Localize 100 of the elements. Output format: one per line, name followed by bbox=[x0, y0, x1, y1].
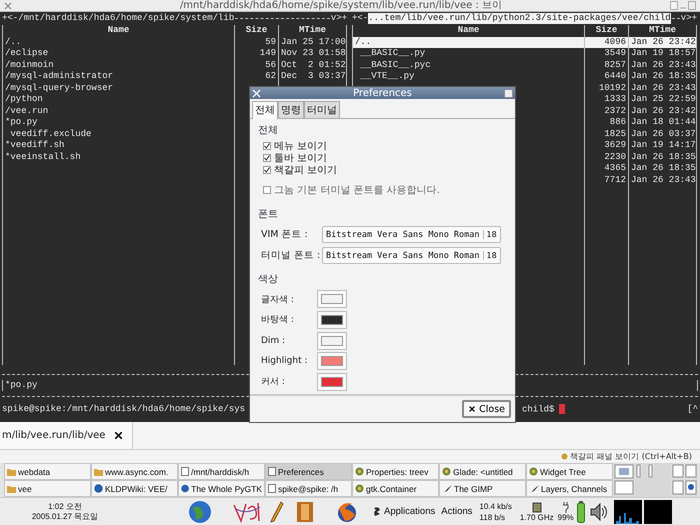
checkbox[interactable] bbox=[263, 154, 271, 162]
file-name[interactable]: /python bbox=[3, 94, 234, 106]
file-name[interactable]: /.. bbox=[353, 36, 584, 48]
window-title: /mnt/harddisk/hda6/home/spike/system/lib/vee.run/lib/vee : 브이 bbox=[178, 0, 504, 11]
clock[interactable]: 1:02 오전 2005.01.27 목요일 bbox=[0, 502, 130, 522]
taskbar-button[interactable]: vee bbox=[4, 480, 91, 497]
file-mtime: Dec 3 03:37 bbox=[280, 71, 346, 82]
globe-icon bbox=[181, 484, 190, 493]
font-picker-button[interactable]: Bitstream Vera Sans Mono Roman 18 bbox=[322, 247, 501, 264]
taskbar-button[interactable]: Preferences bbox=[265, 463, 352, 480]
upload-rate: 118 b/s bbox=[479, 512, 506, 522]
field-label: 글자색 : bbox=[260, 294, 295, 306]
taskbar-button[interactable]: The GIMP bbox=[439, 480, 526, 497]
cpu-frequency: 1.70 GHz bbox=[520, 512, 554, 522]
field-label: 바탕색 : bbox=[260, 314, 295, 326]
file-size: 149 bbox=[258, 48, 277, 60]
file-size: 6440 bbox=[603, 71, 627, 82]
file-name[interactable]: /eclipse bbox=[3, 48, 234, 60]
section-heading: 전체 bbox=[258, 124, 279, 137]
frame-corner-text: v>+ bbox=[680, 13, 697, 24]
checkbox[interactable] bbox=[263, 166, 271, 174]
file-mtime: Jan 26 18:35 bbox=[630, 163, 696, 174]
column-header: Name bbox=[456, 25, 480, 36]
pencil-icon[interactable] bbox=[270, 500, 284, 522]
frame-corner-text: +<- bbox=[352, 13, 368, 24]
system-monitor-graph bbox=[644, 500, 672, 524]
file-name[interactable]: __BASIC__.pyc bbox=[353, 60, 584, 71]
taskbar-button[interactable]: /mnt/harddisk/h bbox=[178, 463, 265, 480]
color-picker-button[interactable] bbox=[317, 332, 347, 350]
taskbar-button[interactable]: Properties: treev bbox=[352, 463, 439, 480]
directory-path[interactable]: /mnt/harddisk/hda6/home/spike/system/lib bbox=[18, 13, 234, 24]
color-picker-button[interactable] bbox=[317, 352, 347, 370]
workspace-pager[interactable] bbox=[613, 463, 698, 497]
file-mtime: Jan 19 18:57 bbox=[630, 48, 696, 60]
file-name[interactable]: /moinmoin bbox=[3, 60, 234, 71]
file-size: 7712 bbox=[603, 174, 627, 186]
brush-icon bbox=[442, 484, 452, 492]
bookmark-icon bbox=[561, 453, 568, 460]
tab[interactable]: 전체 bbox=[252, 101, 278, 119]
field-label: VIM 폰트 : bbox=[260, 228, 309, 242]
file-mtime: Jan 26 23:42 bbox=[630, 106, 696, 117]
section-heading: 폰트 bbox=[258, 208, 279, 222]
tab[interactable]: 터미널 bbox=[304, 101, 340, 118]
taskbar-button[interactable]: Widget Tree bbox=[526, 463, 613, 480]
file-size: 59 bbox=[264, 36, 277, 48]
file-name[interactable]: /vee.run bbox=[3, 106, 234, 117]
taskbar-button[interactable]: webdata bbox=[4, 463, 91, 480]
menu-button[interactable]: Actions bbox=[438, 506, 476, 517]
window-control-icon[interactable] bbox=[504, 88, 513, 98]
system-monitor-graph bbox=[614, 500, 642, 524]
file-size: 4096 bbox=[585, 36, 628, 48]
scribble-icon[interactable] bbox=[232, 500, 262, 522]
globe-icon[interactable] bbox=[188, 500, 212, 524]
checkbox[interactable] bbox=[263, 186, 271, 194]
document-icon bbox=[181, 467, 189, 476]
clock-date: 2005.01.27 목요일 bbox=[32, 512, 98, 522]
file-name[interactable]: *po.py bbox=[3, 117, 234, 128]
terminal-tab[interactable]: m/lib/vee.run/lib/vee bbox=[0, 422, 134, 449]
file-size: 3549 bbox=[603, 48, 627, 60]
taskbar-button[interactable]: spike@spike: /h bbox=[265, 480, 352, 497]
shell-prompt: child$ bbox=[522, 404, 554, 414]
menu-button[interactable]: Applications bbox=[381, 506, 438, 517]
file-name[interactable]: *veediff.sh bbox=[3, 140, 234, 152]
close-icon[interactable] bbox=[113, 430, 124, 441]
checkbox-label: 그놈 기본 터미널 폰트를 사용합니다. bbox=[274, 184, 440, 197]
taskbar-button[interactable]: gtk.Container bbox=[352, 480, 439, 497]
file-name[interactable]: /mysql-query-browser bbox=[3, 82, 234, 94]
file-size: 886 bbox=[608, 117, 627, 128]
checkbox[interactable] bbox=[263, 142, 271, 150]
file-name[interactable]: *veeinstall.sh bbox=[3, 152, 234, 163]
tab[interactable]: 명령 bbox=[278, 101, 304, 118]
download-rate: 10.4 kb/s bbox=[479, 500, 512, 512]
font-picker-button[interactable]: Bitstream Vera Sans Mono Roman 18 bbox=[322, 226, 501, 244]
file-mtime: Jan 25 17:00 bbox=[280, 36, 346, 48]
file-name[interactable]: veediff.exclude bbox=[3, 128, 234, 140]
file-size: 1333 bbox=[603, 94, 627, 106]
field-label: 커서 : bbox=[260, 376, 286, 388]
file-name[interactable]: /mysql-administrator bbox=[3, 71, 234, 82]
file-size: 2230 bbox=[603, 152, 627, 163]
file-name[interactable]: __VTE__.py bbox=[353, 71, 584, 82]
taskbar-button[interactable]: www.async.com. bbox=[91, 463, 178, 480]
speaker-icon[interactable] bbox=[590, 502, 608, 522]
film-icon[interactable] bbox=[296, 500, 314, 522]
color-picker-button[interactable] bbox=[317, 290, 347, 308]
taskbar-button[interactable]: Layers, Channels bbox=[526, 480, 613, 497]
directory-path[interactable]: ...tem/lib/vee.run/lib/python2.3/site-packages/vee/child bbox=[368, 13, 671, 24]
taskbar-button[interactable]: Glade: <untitled bbox=[439, 463, 526, 480]
file-name[interactable]: __BASIC__.py bbox=[353, 48, 584, 60]
text-cursor bbox=[559, 404, 566, 414]
color-picker-button[interactable] bbox=[317, 372, 347, 391]
column-header: MTime bbox=[298, 25, 327, 36]
taskbar-button[interactable]: KLDPWiki: VEE/ bbox=[91, 480, 178, 497]
close-button[interactable]: Close bbox=[462, 400, 511, 418]
browser-icon[interactable] bbox=[336, 500, 358, 522]
taskbar-button[interactable]: The Whole PyGTK bbox=[178, 480, 265, 497]
field-label: Dim : bbox=[260, 336, 286, 346]
file-mtime: Jan 26 23:43 bbox=[630, 82, 696, 94]
file-mtime: Jan 26 18:35 bbox=[630, 152, 696, 163]
color-picker-button[interactable] bbox=[317, 310, 347, 329]
file-name[interactable]: /.. bbox=[3, 36, 234, 48]
